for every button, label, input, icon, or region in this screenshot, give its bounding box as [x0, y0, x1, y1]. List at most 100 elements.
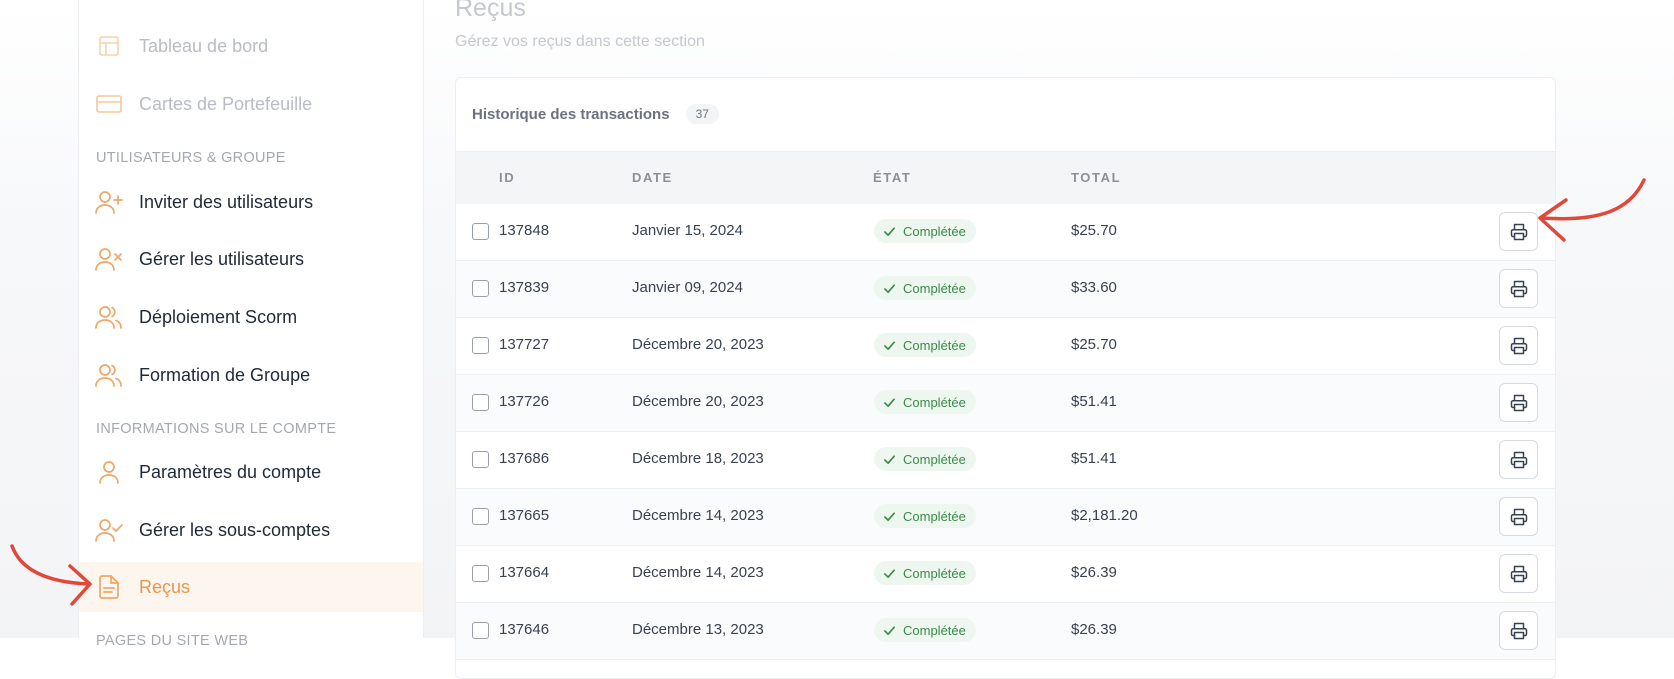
section-label-web-pages: PAGES DU SITE WEB: [96, 633, 249, 649]
row-checkbox[interactable]: [472, 280, 489, 297]
card-header: Historique des transactions 37: [472, 104, 719, 124]
print-button[interactable]: [1499, 269, 1538, 308]
check-icon: [884, 340, 895, 350]
table-header: ID DATE ÉTAT TOTAL: [456, 151, 1555, 205]
sidebar-item-label: Gérer les sous-comptes: [139, 519, 331, 540]
sidebar-item-manage-users[interactable]: Gérer les utilisateurs: [79, 234, 423, 284]
page-subtitle: Gérez vos reçus dans cette section: [455, 33, 705, 50]
status-text: Complétée: [903, 223, 966, 239]
cell-total: $2,181.20: [1071, 507, 1138, 524]
status-text: Complétée: [903, 394, 966, 410]
status-badge: Complétée: [874, 276, 976, 300]
layout-icon: [95, 32, 123, 60]
cell-date: Décembre 20, 2023: [632, 336, 764, 353]
status-text: Complétée: [903, 280, 966, 296]
cell-id: 137839: [499, 279, 550, 296]
print-button[interactable]: [1499, 383, 1538, 422]
user-check-icon: [95, 516, 123, 544]
printer-icon: [1510, 223, 1527, 240]
sidebar-item-label: Inviter des utilisateurs: [139, 191, 314, 212]
sidebar: Tableau de bord Cartes de Portefeuille U…: [78, 0, 424, 649]
sidebar-item-receipts[interactable]: Reçus: [79, 562, 423, 612]
printer-icon: [1510, 394, 1527, 411]
receipt-icon: [95, 573, 123, 601]
row-checkbox[interactable]: [472, 223, 489, 240]
status-badge: Complétée: [874, 504, 976, 528]
sidebar-item-label: Paramètres du compte: [139, 461, 322, 482]
cell-total: $26.39: [1071, 621, 1117, 638]
column-header-status[interactable]: ÉTAT: [873, 170, 911, 185]
status-text: Complétée: [903, 337, 966, 353]
row-checkbox[interactable]: [472, 451, 489, 468]
cell-date: Décembre 14, 2023: [632, 507, 764, 524]
transactions-card: Historique des transactions 37 ID DATE É…: [455, 77, 1556, 679]
users-icon: [95, 361, 123, 389]
cell-date: Janvier 09, 2024: [632, 279, 743, 296]
table-row: 137726 Décembre 20, 2023 Complétée $51.41: [456, 375, 1555, 432]
annotation-arrow-receipts: [10, 544, 92, 606]
printer-icon: [1510, 451, 1527, 468]
sidebar-item-label: Tableau de bord: [139, 35, 269, 56]
cell-id: 137686: [499, 450, 550, 467]
cell-id: 137726: [499, 393, 550, 410]
row-checkbox[interactable]: [472, 622, 489, 639]
row-checkbox[interactable]: [472, 394, 489, 411]
cell-total: $51.41: [1071, 393, 1117, 410]
print-button[interactable]: [1499, 611, 1538, 650]
printer-icon: [1510, 280, 1527, 297]
users-icon: [95, 303, 123, 331]
table-row: 137839 Janvier 09, 2024 Complétée $33.60: [456, 261, 1555, 318]
cell-id: 137664: [499, 564, 550, 581]
cell-date: Décembre 20, 2023: [632, 393, 764, 410]
check-icon: [884, 226, 895, 236]
sidebar-item-sub-accounts[interactable]: Gérer les sous-comptes: [79, 505, 423, 555]
column-header-total[interactable]: TOTAL: [1071, 170, 1121, 185]
print-button[interactable]: [1499, 326, 1538, 365]
print-button[interactable]: [1499, 440, 1538, 479]
row-checkbox[interactable]: [472, 508, 489, 525]
user-x-icon: [95, 245, 123, 273]
sidebar-item-group-training[interactable]: Formation de Groupe: [79, 350, 423, 400]
printer-icon: [1510, 622, 1527, 639]
check-icon: [884, 454, 895, 464]
printer-icon: [1510, 337, 1527, 354]
status-badge: Complétée: [874, 561, 976, 585]
sidebar-item-dashboard[interactable]: Tableau de bord: [79, 21, 423, 71]
column-header-date[interactable]: DATE: [632, 170, 673, 185]
sidebar-item-wallet-cards[interactable]: Cartes de Portefeuille: [79, 79, 423, 129]
user-icon: [95, 458, 123, 486]
sidebar-item-label: Reçus: [139, 576, 191, 597]
printer-icon: [1510, 565, 1527, 582]
table-row: 137848 Janvier 15, 2024 Complétée $25.70: [456, 204, 1555, 261]
status-badge: Complétée: [874, 618, 976, 642]
sidebar-item-invite-users[interactable]: Inviter des utilisateurs: [79, 177, 423, 227]
check-icon: [884, 283, 895, 293]
cell-id: 137727: [499, 336, 550, 353]
credit-card-icon: [95, 90, 123, 118]
sidebar-item-label: Gérer les utilisateurs: [139, 248, 305, 269]
cell-total: $25.70: [1071, 222, 1117, 239]
check-icon: [884, 568, 895, 578]
sidebar-item-label: Déploiement Scorm: [139, 306, 298, 327]
status-text: Complétée: [903, 508, 966, 524]
sidebar-item-account-settings[interactable]: Paramètres du compte: [79, 447, 423, 497]
check-icon: [884, 625, 895, 635]
status-badge: Complétée: [874, 219, 976, 243]
table-row: 137727 Décembre 20, 2023 Complétée $25.70: [456, 318, 1555, 375]
row-checkbox[interactable]: [472, 337, 489, 354]
sidebar-item-scorm-deployment[interactable]: Déploiement Scorm: [79, 292, 423, 342]
cell-date: Janvier 15, 2024: [632, 222, 743, 239]
print-button[interactable]: [1499, 497, 1538, 536]
printer-icon: [1510, 508, 1527, 525]
table-row: 137686 Décembre 18, 2023 Complétée $51.41: [456, 432, 1555, 489]
print-button[interactable]: [1499, 554, 1538, 593]
column-header-id[interactable]: ID: [499, 170, 515, 185]
status-text: Complétée: [903, 622, 966, 638]
check-icon: [884, 397, 895, 407]
row-checkbox[interactable]: [472, 565, 489, 582]
cell-total: $33.60: [1071, 279, 1117, 296]
cell-date: Décembre 14, 2023: [632, 564, 764, 581]
status-badge: Complétée: [874, 390, 976, 414]
check-icon: [884, 511, 895, 521]
cell-id: 137665: [499, 507, 550, 524]
